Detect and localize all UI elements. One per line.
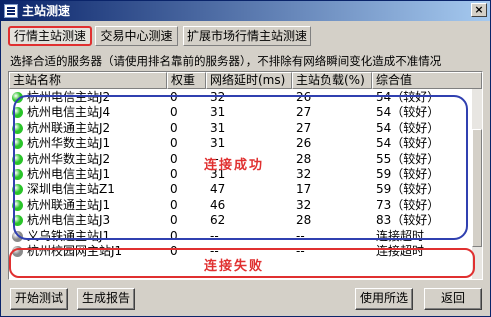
vertical-scrollbar[interactable] [472, 89, 482, 279]
tab-extended-market[interactable]: 扩展市场行情主站测速 [183, 26, 311, 46]
fail-annotation-label: 连接失败 [204, 259, 265, 274]
header-weight[interactable]: 权重 [167, 72, 206, 89]
back-button[interactable]: 返回 [424, 288, 482, 310]
generate-report-button[interactable]: 生成报告 [77, 288, 135, 310]
header-latency[interactable]: 网络延时(ms) [206, 72, 292, 89]
app-icon [4, 4, 18, 18]
title-bar: 主站测速 × [1, 1, 490, 21]
header-name[interactable]: 主站名称 [9, 72, 167, 89]
close-button[interactable]: × [471, 3, 487, 17]
header-score[interactable]: 综合值 [372, 72, 482, 89]
scrollbar-thumb[interactable] [472, 129, 482, 247]
header-load[interactable]: 主站负载(%) [292, 72, 372, 89]
table-header: 主站名称 权重 网络延时(ms) 主站负载(%) 综合值 [9, 72, 482, 89]
server-list[interactable]: 主站名称 权重 网络延时(ms) 主站负载(%) 综合值 杭州电信主站J2 0 32… [8, 71, 483, 280]
speed-test-window: 主站测速 × 行情主站测速 交易中心测速 扩展市场行情主站测速 选择合适的服务器… [0, 0, 491, 317]
tab-quote-server[interactable]: 行情主站测速 [8, 26, 92, 46]
use-selected-button[interactable]: 使用所选 [355, 288, 413, 310]
success-annotation-label: 连接成功 [204, 158, 265, 173]
description-text: 选择合适的服务器（请使用排名靠前的服务器），不排除有网络瞬间变化造成不准情况 [10, 54, 442, 68]
window-title: 主站测速 [22, 4, 71, 18]
tab-trade-center[interactable]: 交易中心测速 [95, 26, 178, 46]
start-test-button[interactable]: 开始测试 [10, 288, 68, 310]
